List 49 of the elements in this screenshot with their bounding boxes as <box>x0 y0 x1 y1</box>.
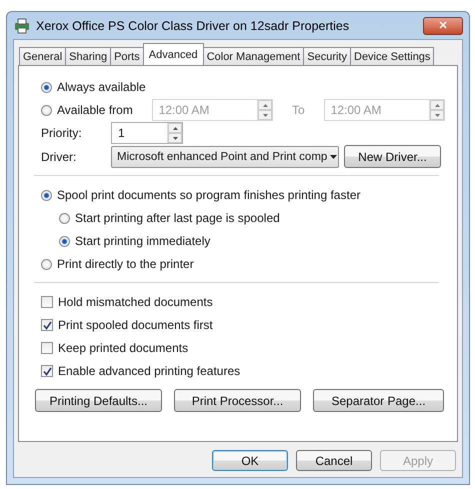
checkbox[interactable] <box>41 296 53 308</box>
radio-button[interactable] <box>59 212 70 224</box>
radio-label: Spool print documents so program finishes printing faster <box>57 188 360 202</box>
tab[interactable]: Device Settings <box>350 47 434 65</box>
radio-label: Available from <box>57 103 134 117</box>
tab[interactable]: Sharing <box>65 47 112 65</box>
priority-label: Priority: <box>41 126 83 140</box>
tab[interactable]: General <box>19 47 66 65</box>
up-arrow-icon <box>172 126 178 130</box>
checkbox-label: Print spooled documents first <box>58 318 213 332</box>
radio-label: Print directly to the printer <box>57 257 194 271</box>
radio-button[interactable] <box>41 190 52 200</box>
panel-button[interactable]: Separator Page... <box>313 389 444 412</box>
spin-down-button[interactable] <box>168 133 182 143</box>
tab[interactable]: Color Management <box>202 47 304 65</box>
checkbox[interactable] <box>41 365 53 377</box>
up-arrow-icon <box>434 104 440 106</box>
tab[interactable]: Advanced <box>142 43 204 65</box>
up-arrow-icon <box>262 104 268 106</box>
radio-label: Always available <box>57 80 147 94</box>
dropdown-arrow-icon <box>330 154 338 158</box>
checkbox-label: Enable advanced printing features <box>58 364 240 378</box>
checkbox[interactable] <box>41 319 53 331</box>
driver-dropdown[interactable]: Microsoft enhanced Point and Print comp <box>111 146 339 168</box>
tab[interactable]: Ports <box>110 47 144 65</box>
driver-label: Driver: <box>41 150 78 164</box>
dialog-button[interactable]: OK <box>212 450 288 471</box>
checkbox[interactable] <box>41 342 53 354</box>
checkbox-label: Hold mismatched documents <box>58 295 213 309</box>
radio-label: Start printing after last page is spooled <box>75 211 280 225</box>
radio-label: Start printing immediately <box>75 234 210 248</box>
window-title: Xerox Office PS Color Class Driver on 12sadr Properties <box>36 18 350 32</box>
tab[interactable]: Security <box>303 47 351 65</box>
checkbox-label: Keep printed documents <box>58 341 188 355</box>
panel-button[interactable]: Print Processor... <box>174 389 301 412</box>
panel-button[interactable]: Printing Defaults... <box>35 389 162 412</box>
down-arrow-icon <box>172 136 178 140</box>
to-label: To <box>292 103 305 117</box>
printer-icon <box>13 18 31 34</box>
spin-up-button[interactable] <box>168 123 182 133</box>
radio-button[interactable] <box>41 82 52 92</box>
dialog-button[interactable]: Cancel <box>296 450 372 471</box>
radio-button[interactable] <box>41 258 52 270</box>
radio-button[interactable] <box>59 236 70 246</box>
down-arrow-icon <box>434 114 440 116</box>
priority-field[interactable]: 1 <box>111 122 183 144</box>
down-arrow-icon <box>262 114 268 116</box>
radio-button[interactable] <box>41 104 52 116</box>
new-driver-button[interactable]: New Driver... <box>344 145 441 168</box>
